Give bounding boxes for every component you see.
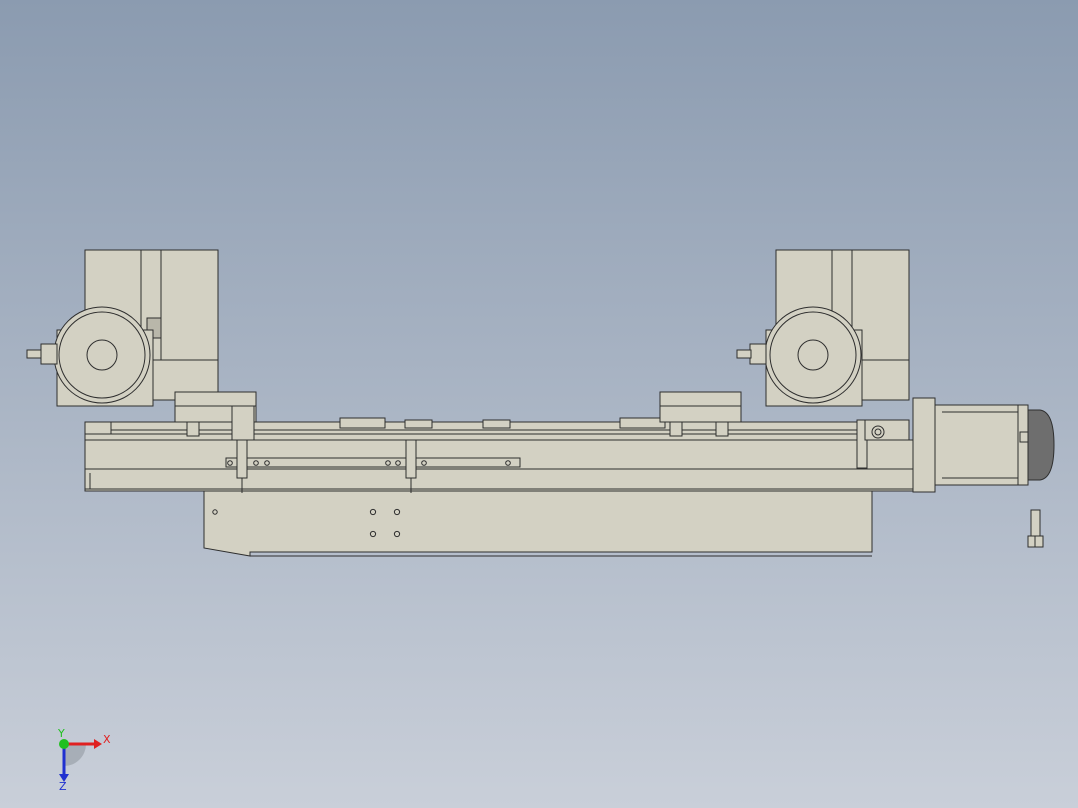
y-axis-dot-icon bbox=[59, 739, 69, 749]
y-axis-label: Y bbox=[57, 727, 65, 740]
base-plate[interactable] bbox=[203, 490, 873, 557]
x-axis-label: X bbox=[103, 733, 111, 746]
cad-scene[interactable]: X Z Y bbox=[0, 0, 1078, 808]
linear-rail-carriage[interactable] bbox=[84, 417, 918, 493]
z-axis-label: Z bbox=[59, 780, 67, 793]
cad-viewport[interactable]: X Z Y bbox=[0, 0, 1078, 808]
servo-motor[interactable] bbox=[912, 397, 1055, 493]
